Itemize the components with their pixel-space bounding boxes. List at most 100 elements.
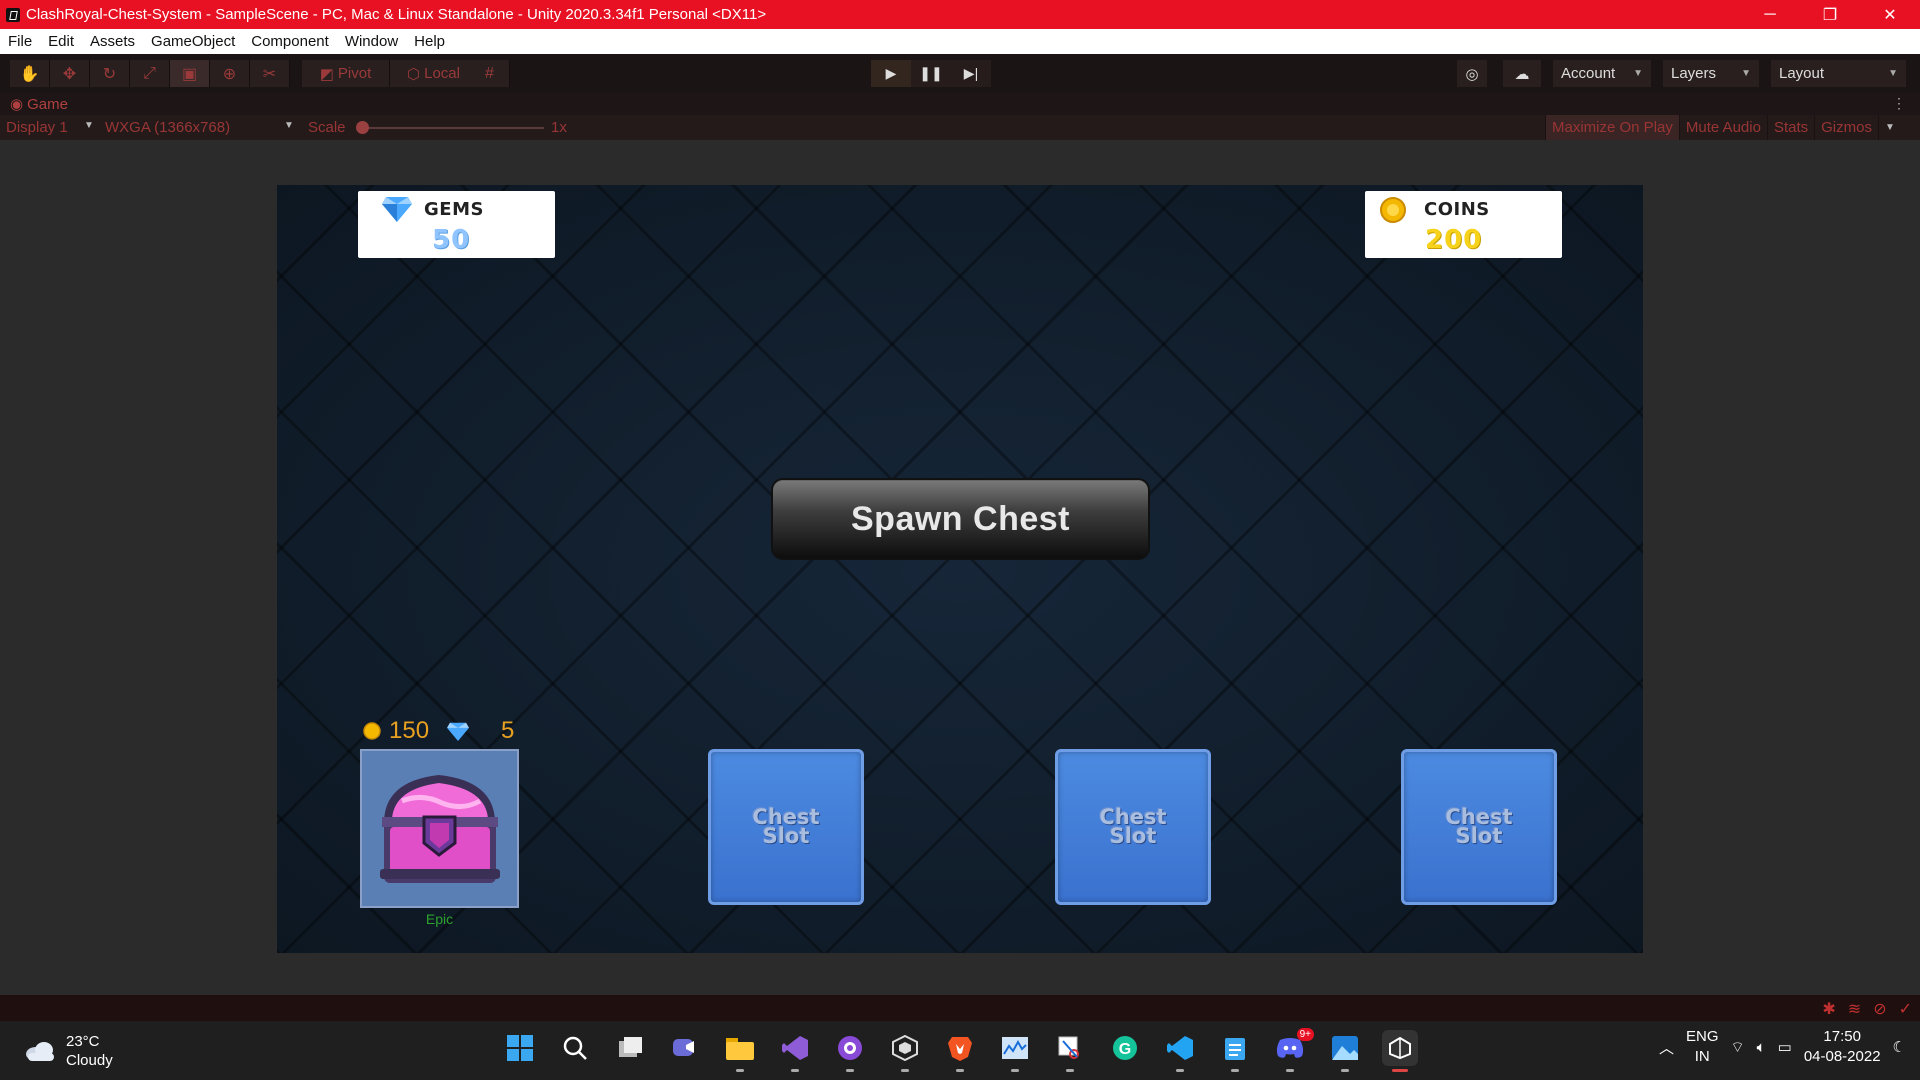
tab-game[interactable]: ◉ Game bbox=[10, 95, 68, 114]
taskbar-apps: G 9+ bbox=[502, 1028, 1418, 1072]
account-dropdown[interactable]: Account ▼ bbox=[1553, 60, 1651, 87]
scale-slider-handle[interactable] bbox=[356, 121, 369, 134]
chest-slot-filled[interactable] bbox=[360, 749, 519, 908]
unity-editor-icon[interactable] bbox=[1382, 1030, 1418, 1072]
chevron-up-icon[interactable]: ︿ bbox=[1659, 1037, 1674, 1058]
game-tab-bar: ◉ Game ⋮ bbox=[0, 93, 1920, 115]
menu-bar: File Edit Assets GameObject Component Wi… bbox=[0, 29, 1920, 54]
grid-snap-icon[interactable]: # bbox=[470, 60, 510, 87]
system-tray: ︿ ENG IN ⌔ 🔈︎ ▭ 17:50 04-08-2022 ☾ bbox=[1659, 1027, 1906, 1067]
hand-tool-icon[interactable]: ✋ bbox=[10, 60, 50, 87]
volume-icon[interactable]: 🔈︎ bbox=[1757, 1039, 1766, 1056]
restore-button[interactable]: ❐ bbox=[1800, 0, 1860, 29]
tab-game-label: Game bbox=[27, 95, 68, 113]
rect-tool-icon[interactable]: ▣ bbox=[170, 60, 210, 87]
photos-icon[interactable] bbox=[1327, 1030, 1363, 1072]
menu-file[interactable]: File bbox=[0, 33, 40, 50]
unity-hub-icon[interactable] bbox=[887, 1030, 923, 1072]
scale-tool-icon[interactable]: ⤢ bbox=[130, 60, 170, 87]
move-tool-icon[interactable]: ✥ bbox=[50, 60, 90, 87]
gamepad-icon: ◉ bbox=[10, 96, 24, 113]
close-button[interactable]: ✕ bbox=[1860, 0, 1920, 29]
play-controls: ▶ ❚❚ ▶| bbox=[871, 60, 991, 87]
display-dropdown[interactable]: Display 1 bbox=[6, 119, 68, 136]
github-desktop-icon[interactable] bbox=[832, 1030, 868, 1072]
file-explorer-icon[interactable] bbox=[722, 1030, 758, 1072]
transform-tools: ✋ ✥ ↻ ⤢ ▣ ⊕ ✂ bbox=[10, 60, 290, 87]
chest-slot-1[interactable]: Chest Slot bbox=[708, 749, 864, 905]
clock-date: 04-08-2022 bbox=[1803, 1048, 1881, 1065]
more-options-icon[interactable]: ⋮ bbox=[1892, 95, 1906, 112]
maximize-on-play-toggle[interactable]: Maximize On Play bbox=[1545, 115, 1679, 140]
task-view-icon[interactable] bbox=[612, 1030, 648, 1066]
editor-status-bar: ✱ ≋ ⊘ ✓ bbox=[0, 995, 1920, 1021]
pause-icon: ❚❚ bbox=[919, 65, 943, 81]
wifi-icon[interactable]: ⌔ bbox=[1731, 1038, 1745, 1057]
layers-icon[interactable]: ≋ bbox=[1848, 999, 1861, 1019]
menu-assets[interactable]: Assets bbox=[82, 33, 143, 50]
notification-badge: 9+ bbox=[1296, 1028, 1314, 1041]
chevron-down-icon: ▼ bbox=[284, 120, 294, 131]
pause-button[interactable]: ❚❚ bbox=[911, 60, 951, 87]
visual-studio-icon[interactable] bbox=[777, 1030, 813, 1072]
brave-browser-icon[interactable] bbox=[942, 1030, 978, 1072]
pivot-icon: ◩ bbox=[319, 65, 334, 83]
collab-button[interactable]: ◎ bbox=[1457, 60, 1487, 87]
focus-assist-icon[interactable]: ☾ bbox=[1893, 1038, 1906, 1056]
battery-icon[interactable]: ▭ bbox=[1778, 1038, 1792, 1056]
weather-temperature: 23°C bbox=[66, 1033, 100, 1050]
window-controls: ─ ❐ ✕ bbox=[1740, 0, 1920, 29]
step-icon: ▶| bbox=[963, 65, 979, 81]
title-bar: ClashRoyal-Chest-System - SampleScene - … bbox=[0, 0, 1920, 29]
scale-slider-track[interactable] bbox=[362, 127, 544, 129]
stats-toggle[interactable]: Stats bbox=[1766, 115, 1814, 140]
vscode-icon[interactable] bbox=[1162, 1030, 1198, 1072]
clock[interactable]: 17:50 04-08-2022 bbox=[1804, 1027, 1881, 1067]
resource-monitor-icon[interactable] bbox=[997, 1030, 1033, 1072]
chest-gem-cost: 5 bbox=[501, 717, 515, 744]
step-button[interactable]: ▶| bbox=[951, 60, 991, 87]
slot-label-line-2: Slot bbox=[1109, 824, 1157, 848]
menu-gameobject[interactable]: GameObject bbox=[143, 33, 243, 50]
teams-chat-icon[interactable] bbox=[667, 1030, 703, 1066]
discord-icon[interactable]: 9+ bbox=[1272, 1028, 1314, 1072]
cloud-button[interactable]: ☁ bbox=[1503, 60, 1541, 87]
weather-widget[interactable]: 23°C Cloudy bbox=[24, 1032, 113, 1070]
game-view-toggles: Maximize On Play Mute Audio Stats Gizmos… bbox=[1545, 115, 1901, 140]
input-language[interactable]: ENG IN bbox=[1686, 1027, 1719, 1067]
chevron-down-icon: ▼ bbox=[1741, 68, 1751, 79]
layout-dropdown[interactable]: Layout ▼ bbox=[1771, 60, 1906, 87]
check-icon[interactable]: ✓ bbox=[1899, 999, 1912, 1019]
search-icon[interactable] bbox=[557, 1030, 593, 1066]
layers-dropdown[interactable]: Layers ▼ bbox=[1663, 60, 1759, 87]
pivot-toggle[interactable]: ◩ Pivot bbox=[302, 60, 390, 87]
cache-icon[interactable]: ⊘ bbox=[1873, 999, 1886, 1019]
menu-window[interactable]: Window bbox=[337, 33, 406, 50]
grammarly-icon[interactable]: G bbox=[1107, 1030, 1143, 1066]
local-label: Local bbox=[424, 65, 460, 82]
gem-icon bbox=[447, 722, 470, 741]
menu-help[interactable]: Help bbox=[406, 33, 453, 50]
chest-slot-3[interactable]: Chest Slot bbox=[1401, 749, 1557, 905]
mute-audio-toggle[interactable]: Mute Audio bbox=[1678, 115, 1767, 140]
spawn-chest-button[interactable]: Spawn Chest bbox=[771, 478, 1150, 560]
coins-label: COINS bbox=[1424, 199, 1490, 220]
play-button[interactable]: ▶ bbox=[871, 60, 911, 87]
status-icons: ✱ ≋ ⊘ ✓ bbox=[1822, 999, 1912, 1019]
resolution-dropdown[interactable]: WXGA (1366x768) bbox=[105, 119, 230, 136]
bug-icon[interactable]: ✱ bbox=[1822, 999, 1835, 1019]
chevron-down-icon[interactable]: ▼ bbox=[1877, 115, 1901, 140]
notepad-icon[interactable] bbox=[1217, 1030, 1253, 1072]
minimize-button[interactable]: ─ bbox=[1740, 0, 1800, 29]
rotate-tool-icon[interactable]: ↻ bbox=[90, 60, 130, 87]
start-menu-icon[interactable] bbox=[502, 1030, 538, 1066]
snipping-tool-icon[interactable] bbox=[1052, 1030, 1088, 1072]
transform-tool-icon[interactable]: ⊕ bbox=[210, 60, 250, 87]
menu-component[interactable]: Component bbox=[243, 33, 337, 50]
input-language-region: IN bbox=[1694, 1048, 1710, 1065]
chest-slot-2[interactable]: Chest Slot bbox=[1055, 749, 1211, 905]
menu-edit[interactable]: Edit bbox=[40, 33, 82, 50]
custom-tool-icon[interactable]: ✂ bbox=[250, 60, 290, 87]
local-toggle[interactable]: ⬡ Local bbox=[390, 60, 478, 87]
gizmos-toggle[interactable]: Gizmos bbox=[1814, 115, 1878, 140]
